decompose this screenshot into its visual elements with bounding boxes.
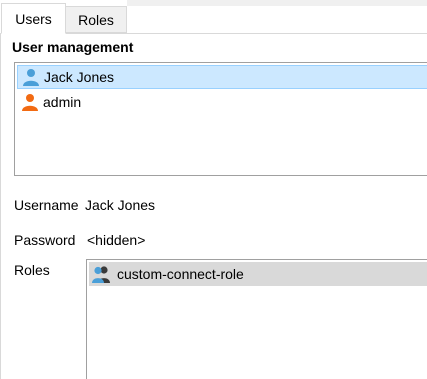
role-group-icon	[91, 265, 113, 283]
user-name-label: Jack Jones	[44, 69, 115, 85]
tab-users-label: Users	[15, 10, 52, 27]
tab-users[interactable]: Users	[1, 3, 66, 34]
tab-bar: Users Roles	[0, 0, 427, 34]
role-list-item[interactable]: custom-connect-role	[89, 262, 427, 286]
user-list-item-jack-jones[interactable]: Jack Jones	[17, 65, 427, 89]
role-name-label: custom-connect-role	[117, 266, 244, 282]
roles-list[interactable]: custom-connect-role	[86, 259, 427, 379]
section-title: User management	[12, 39, 134, 55]
tab-roles[interactable]: Roles	[66, 6, 127, 33]
tab-roles-label: Roles	[78, 11, 114, 28]
user-name-label: admin	[43, 94, 82, 110]
username-label: Username	[14, 197, 79, 213]
username-value: Jack Jones	[85, 197, 156, 213]
password-value: <hidden>	[87, 232, 146, 248]
user-list[interactable]: Jack Jones admin	[14, 62, 427, 176]
user-icon	[21, 93, 39, 111]
password-label: Password	[14, 232, 76, 248]
roles-label: Roles	[14, 262, 50, 278]
tab-bar-filler	[127, 0, 427, 6]
user-list-item-admin[interactable]: admin	[17, 90, 427, 114]
user-icon	[22, 68, 40, 86]
